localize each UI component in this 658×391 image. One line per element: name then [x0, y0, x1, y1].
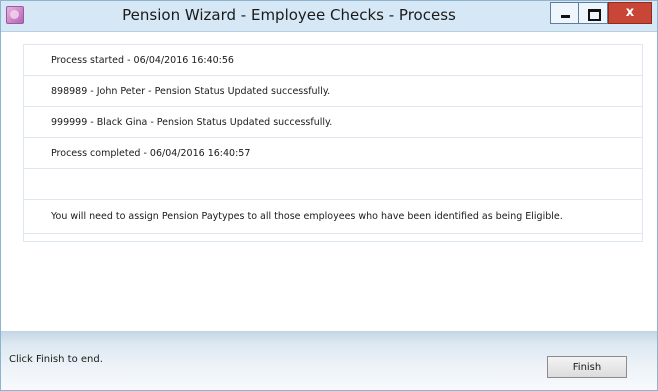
title-bar[interactable]: Pension Wizard - Employee Checks - Proce… — [1, 1, 657, 32]
finish-button[interactable]: Finish — [547, 356, 627, 378]
app-icon[interactable] — [6, 6, 24, 24]
log-row: 898989 - John Peter - Pension Status Upd… — [24, 76, 642, 107]
process-log: Process started - 06/04/2016 16:40:56 89… — [23, 44, 643, 242]
log-row: 999999 - Black Gina - Pension Status Upd… — [24, 107, 642, 138]
minimize-icon — [561, 15, 570, 18]
log-row-message: You will need to assign Pension Paytypes… — [24, 200, 642, 234]
log-row: Process started - 06/04/2016 16:40:56 — [24, 45, 642, 76]
wizard-footer: Click Finish to end. Finish — [1, 331, 657, 390]
log-row: Process completed - 06/04/2016 16:40:57 — [24, 138, 642, 169]
close-button[interactable]: x — [608, 2, 652, 24]
minimize-button[interactable] — [550, 2, 579, 24]
window-title: Pension Wizard - Employee Checks - Proce… — [122, 6, 456, 24]
log-row-empty — [24, 169, 642, 200]
maximize-button[interactable] — [579, 2, 608, 24]
maximize-icon — [588, 9, 601, 21]
close-icon: x — [625, 5, 635, 20]
footer-instruction: Click Finish to end. — [9, 354, 103, 365]
pension-wizard-window: Pension Wizard - Employee Checks - Proce… — [0, 0, 658, 391]
